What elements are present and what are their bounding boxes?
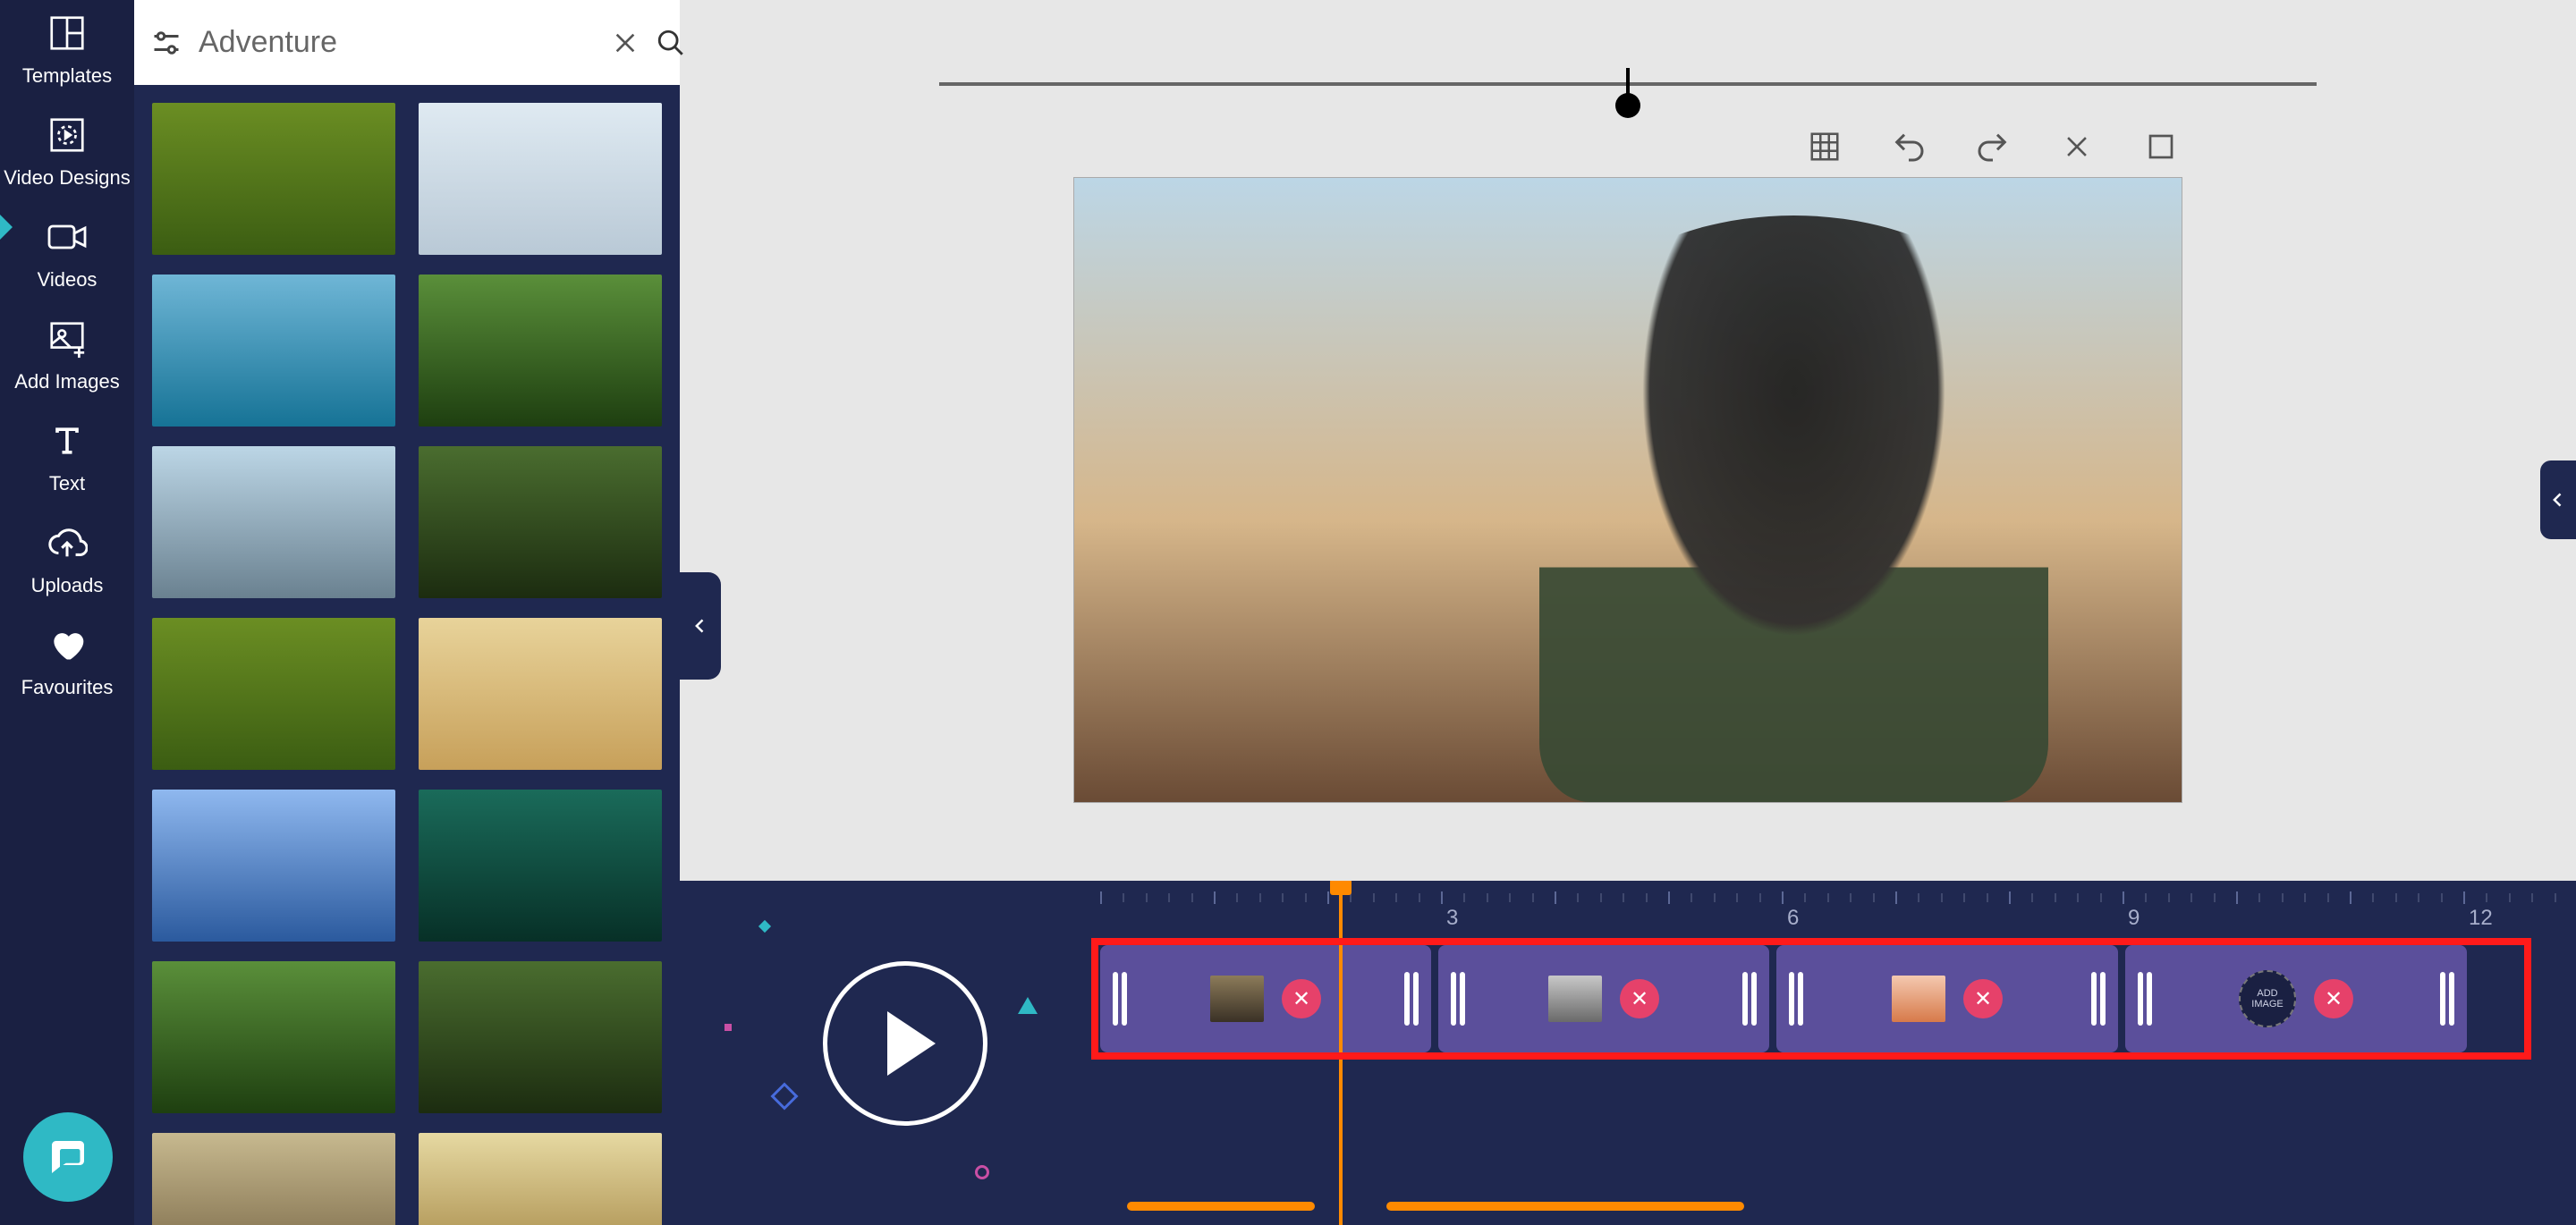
sidebar-item-add-images[interactable]: Add Images (0, 317, 134, 393)
fullscreen-button[interactable] (2140, 125, 2182, 168)
timeline-ruler[interactable]: 36912 (1100, 881, 2576, 927)
videos-icon (45, 215, 89, 259)
audio-segment[interactable] (1386, 1202, 1744, 1211)
close-button[interactable] (2055, 125, 2098, 168)
ruler-label: 12 (2469, 906, 2493, 931)
clip-trim-left[interactable] (1451, 972, 1465, 1026)
search-input[interactable] (199, 25, 595, 60)
sidebar-item-video-designs[interactable]: Video Designs (0, 113, 134, 190)
video-thumbnail[interactable] (419, 790, 662, 942)
video-thumbnail[interactable] (419, 103, 662, 255)
sidebar-item-label: Templates (22, 64, 112, 88)
clip-trim-right[interactable] (1742, 972, 1757, 1026)
clip-trim-right[interactable] (1404, 972, 1419, 1026)
templates-icon (45, 11, 89, 55)
timeline-clip[interactable]: ADD IMAGE ✕ (2125, 945, 2467, 1052)
sidebar-item-label: Videos (38, 268, 97, 291)
delete-clip-button[interactable]: ✕ (2314, 979, 2353, 1018)
video-thumbnail[interactable] (419, 1133, 662, 1225)
video-thumbnail[interactable] (419, 618, 662, 770)
grid-button[interactable] (1803, 125, 1846, 168)
sidebar-item-templates[interactable]: Templates (0, 11, 134, 88)
text-icon (45, 418, 89, 463)
audio-segment[interactable] (1127, 1202, 1315, 1211)
video-designs-icon (45, 113, 89, 157)
sidebar-item-favourites[interactable]: Favourites (0, 622, 134, 699)
sidebar-item-label: Uploads (31, 574, 104, 597)
video-thumbnail[interactable] (152, 790, 395, 942)
undo-button[interactable] (1887, 125, 1930, 168)
delete-clip-button[interactable]: ✕ (1620, 979, 1659, 1018)
video-thumbnail[interactable] (152, 961, 395, 1113)
collapse-panel-button[interactable] (680, 572, 721, 680)
redo-button[interactable] (1971, 125, 2014, 168)
video-thumbnail[interactable] (152, 618, 395, 770)
canvas-toolbar (1803, 125, 2182, 168)
video-thumbnail[interactable] (419, 446, 662, 598)
ruler-label: 6 (1787, 906, 1799, 931)
sidebar-item-label: Favourites (21, 676, 114, 699)
chat-fab[interactable] (23, 1112, 113, 1202)
add-images-icon (45, 317, 89, 361)
clip-thumbnail (1210, 976, 1264, 1022)
zoom-handle[interactable] (1615, 68, 1640, 118)
clip-row: ✕ ✕ ✕ ADD IMAGE ✕ (1100, 945, 2558, 1052)
video-thumbnail[interactable] (419, 961, 662, 1113)
clip-trim-right[interactable] (2091, 972, 2106, 1026)
sidebar-item-label: Video Designs (4, 166, 130, 190)
timeline-clip[interactable]: ✕ (1438, 945, 1769, 1052)
timeline-clip[interactable]: ✕ (1100, 945, 1431, 1052)
clear-search-icon[interactable] (611, 25, 640, 61)
clip-trim-right[interactable] (2440, 972, 2454, 1026)
search-icon[interactable] (656, 25, 686, 61)
timeline-clip[interactable]: ✕ (1776, 945, 2118, 1052)
ruler-label: 9 (2128, 906, 2140, 931)
video-thumbnail[interactable] (152, 446, 395, 598)
clip-thumbnail (1548, 976, 1602, 1022)
sidebar: Templates Video Designs Videos Add Image… (0, 0, 134, 1225)
favourites-icon (45, 622, 89, 667)
sidebar-item-label: Text (49, 472, 85, 495)
video-thumbnail[interactable] (419, 275, 662, 427)
play-icon (887, 1011, 936, 1076)
delete-clip-button[interactable]: ✕ (1963, 979, 2003, 1018)
clip-trim-left[interactable] (1113, 972, 1127, 1026)
zoom-slider[interactable] (680, 32, 2576, 36)
sidebar-item-videos[interactable]: Videos (0, 215, 134, 291)
uploads-icon (45, 520, 89, 565)
video-library-panel (134, 0, 680, 1225)
search-results-grid (134, 85, 680, 1225)
delete-clip-button[interactable]: ✕ (1282, 979, 1321, 1018)
add-media-placeholder[interactable]: ADD IMAGE (2239, 970, 2296, 1027)
sidebar-item-label: Add Images (14, 370, 119, 393)
preview-frame[interactable] (1073, 177, 2182, 803)
video-thumbnail[interactable] (152, 275, 395, 427)
video-thumbnail[interactable] (152, 103, 395, 255)
search-bar (134, 0, 680, 85)
clip-trim-left[interactable] (1789, 972, 1803, 1026)
main-area: 36912 ✕✕✕ADD IMAGE✕ (680, 0, 2576, 1225)
sidebar-item-uploads[interactable]: Uploads (0, 520, 134, 597)
expand-right-panel-button[interactable] (2540, 460, 2576, 539)
playhead[interactable] (1339, 881, 1343, 1225)
clip-trim-left[interactable] (2138, 972, 2152, 1026)
play-button[interactable] (823, 961, 987, 1126)
canvas-area (680, 0, 2576, 881)
ruler-label: 3 (1446, 906, 1458, 931)
clip-thumbnail (1892, 976, 1945, 1022)
filter-icon[interactable] (150, 25, 182, 61)
video-thumbnail[interactable] (152, 1133, 395, 1225)
sidebar-item-text[interactable]: Text (0, 418, 134, 495)
timeline: 36912 ✕✕✕ADD IMAGE✕ (680, 881, 2576, 1225)
preview-content (1539, 215, 2048, 802)
